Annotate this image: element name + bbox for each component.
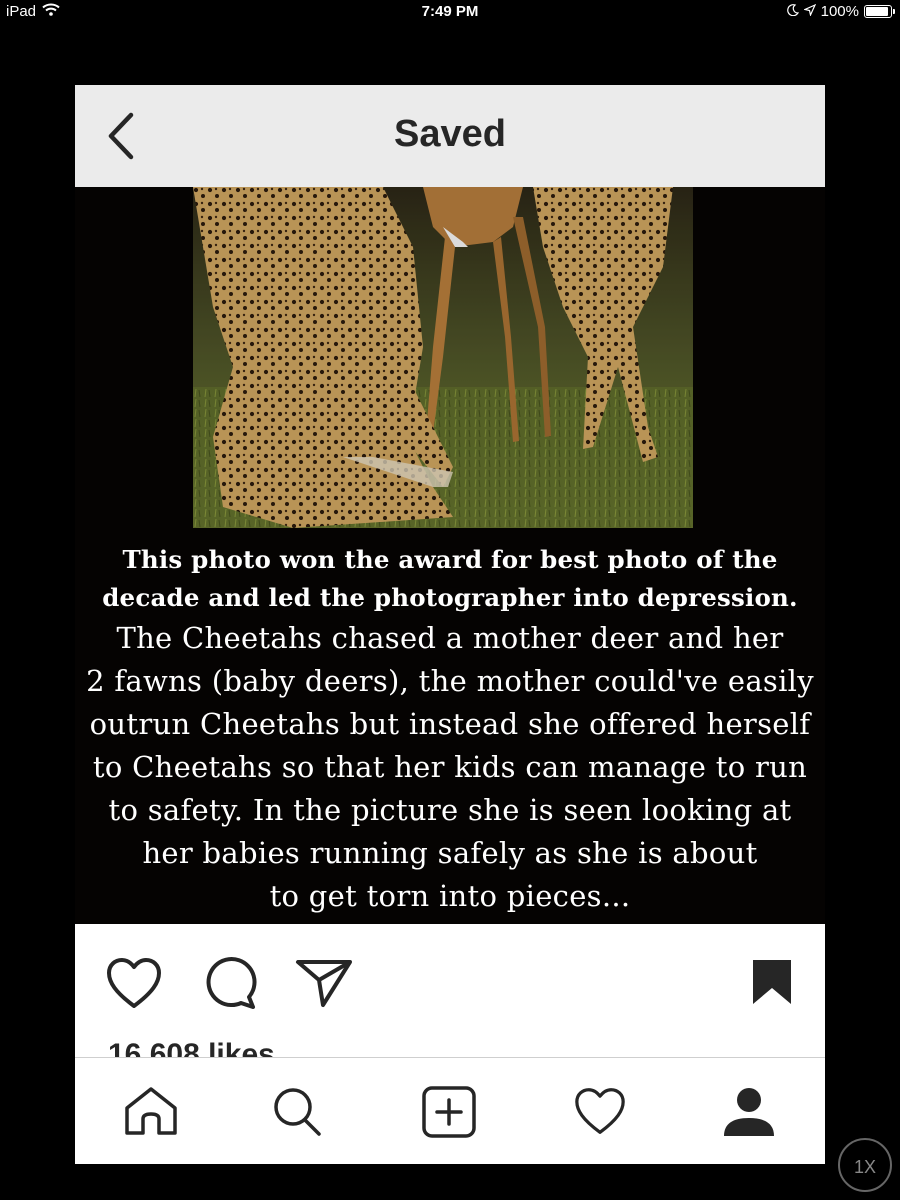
likes-count[interactable]: 16,608 likes <box>108 1038 275 1057</box>
caption-line: to safety. In the picture she is seen lo… <box>108 793 792 827</box>
location-arrow-icon <box>802 3 816 20</box>
heart-icon <box>107 958 161 1008</box>
bookmark-filled-icon <box>753 960 791 1004</box>
search-icon <box>274 1088 321 1136</box>
heart-icon <box>575 1088 625 1134</box>
zoom-badge[interactable]: 1X <box>838 1138 892 1192</box>
tab-search[interactable] <box>271 1086 325 1141</box>
tab-new-post[interactable] <box>421 1086 477 1143</box>
tab-home[interactable] <box>123 1086 179 1141</box>
like-button[interactable] <box>105 956 163 1015</box>
bottom-tab-bar <box>75 1057 825 1164</box>
post-image[interactable]: This photo won the award for best photo … <box>75 187 825 924</box>
caption-line: The Cheetahs chased a mother deer and he… <box>116 621 784 655</box>
page-title: Saved <box>394 113 506 155</box>
comment-icon <box>206 957 257 1009</box>
share-button[interactable] <box>295 958 353 1013</box>
battery-icon <box>864 5 895 18</box>
post-photo <box>193 187 693 528</box>
battery-level <box>866 7 888 16</box>
status-bar: iPad 7:49 PM 100% <box>0 0 900 26</box>
caption-line: to get torn into pieces... <box>269 879 631 913</box>
tab-activity[interactable] <box>572 1086 628 1141</box>
cheetah-photo-illustration <box>193 187 693 528</box>
profile-icon <box>724 1088 774 1136</box>
moon-icon <box>786 3 799 20</box>
add-post-icon <box>422 1086 476 1138</box>
caption-line: This photo won the award for best photo … <box>122 545 778 574</box>
home-icon <box>125 1087 177 1135</box>
comment-button[interactable] <box>203 957 257 1016</box>
send-icon <box>296 960 352 1007</box>
caption-line: outrun Cheetahs but instead she offered … <box>89 707 811 741</box>
nav-header: Saved <box>75 85 825 187</box>
battery-text: 100% <box>820 3 859 20</box>
caption-line: 2 fawns (baby deers), the mother could'v… <box>86 664 814 698</box>
save-button[interactable] <box>751 958 793 1011</box>
post-action-bar: 16,608 likes <box>75 924 825 1057</box>
instagram-app: Saved This photo won the award for best … <box>75 85 825 1164</box>
caption-line: to Cheetahs so that her kids can manage … <box>92 750 808 784</box>
status-time: 7:49 PM <box>421 3 479 20</box>
caption-line: decade and led the photographer into dep… <box>102 583 798 612</box>
post-caption: This photo won the award for best photo … <box>75 541 825 918</box>
caption-line: her babies running safely as she is abou… <box>142 836 758 870</box>
tab-profile[interactable] <box>721 1086 777 1143</box>
